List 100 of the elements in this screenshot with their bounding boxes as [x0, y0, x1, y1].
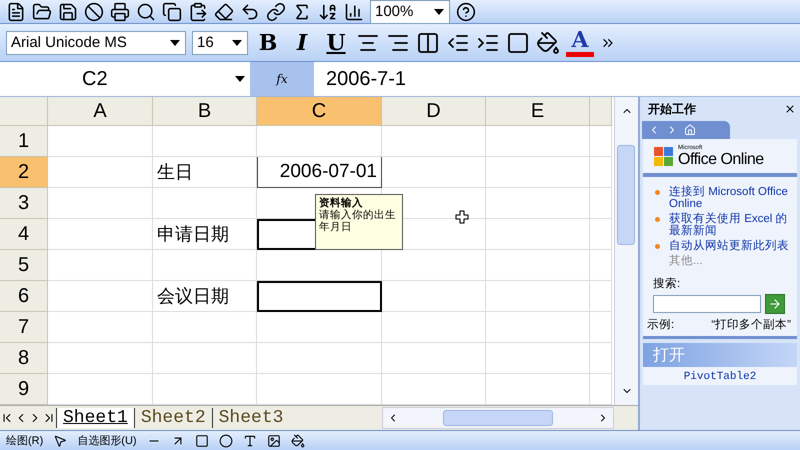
home-icon[interactable] — [684, 124, 696, 136]
table-cell[interactable] — [590, 157, 612, 188]
permission-icon[interactable] — [84, 2, 104, 22]
underline-button[interactable]: U — [322, 28, 350, 56]
table-cell[interactable] — [48, 250, 153, 281]
help-icon[interactable] — [456, 2, 476, 22]
table-cell[interactable] — [486, 157, 590, 188]
pane-link[interactable]: 连接到 Microsoft Office Online — [653, 186, 791, 210]
search-field[interactable] — [653, 295, 761, 313]
folder-icon[interactable] — [32, 2, 52, 22]
table-cell[interactable] — [382, 126, 486, 157]
bold-button[interactable]: B — [254, 28, 282, 56]
table-cell[interactable] — [382, 281, 486, 312]
column-header[interactable]: B — [153, 97, 257, 126]
table-cell[interactable]: 生日 — [153, 157, 257, 188]
table-cell[interactable] — [153, 343, 257, 374]
row-header[interactable]: 5 — [0, 250, 48, 281]
draw-menu[interactable]: 绘图(R) — [6, 433, 44, 448]
table-cell[interactable] — [382, 157, 486, 188]
table-cell[interactable] — [590, 219, 612, 250]
table-cell[interactable] — [48, 281, 153, 312]
recent-file-link[interactable]: PivotTable2 — [643, 367, 797, 385]
zoom-dropdown[interactable]: 100% — [370, 0, 450, 24]
new-document-icon[interactable] — [6, 2, 26, 22]
table-cell[interactable] — [48, 157, 153, 188]
table-cell[interactable] — [486, 343, 590, 374]
row-header[interactable]: 1 — [0, 126, 48, 157]
autoshapes-menu[interactable]: 自选图形(U) — [77, 433, 137, 448]
horizontal-scrollbar[interactable] — [382, 407, 614, 429]
active-cell[interactable]: 2006-07-01 — [257, 157, 382, 188]
copy-icon[interactable] — [162, 2, 182, 22]
print-preview-icon[interactable] — [136, 2, 156, 22]
table-cell[interactable]: 会议日期 — [153, 281, 257, 312]
save-icon[interactable] — [58, 2, 78, 22]
table-cell[interactable] — [48, 343, 153, 374]
merge-center-icon[interactable] — [416, 30, 440, 54]
row-header[interactable]: 2 — [0, 157, 48, 188]
column-header[interactable]: E — [486, 97, 590, 126]
pane-link[interactable]: 获取有关使用 Excel 的最新新闻 — [653, 213, 791, 237]
font-color-button[interactable]: A — [566, 28, 594, 56]
bordered-cell[interactable] — [257, 281, 382, 312]
printer-icon[interactable] — [110, 2, 130, 22]
picture-icon[interactable] — [266, 434, 281, 448]
table-cell[interactable] — [382, 312, 486, 343]
table-cell[interactable] — [48, 312, 153, 343]
table-cell[interactable] — [48, 219, 153, 250]
fill-color-icon[interactable] — [290, 434, 305, 448]
row-header[interactable]: 4 — [0, 219, 48, 250]
column-header[interactable]: C — [257, 97, 382, 126]
table-cell[interactable] — [590, 281, 612, 312]
row-header[interactable]: 3 — [0, 188, 48, 219]
table-cell[interactable] — [48, 188, 153, 219]
table-cell[interactable] — [590, 312, 612, 343]
formula-field[interactable]: 2006-7-1 — [314, 62, 800, 96]
table-cell[interactable] — [153, 188, 257, 219]
fill-color-icon[interactable] — [536, 30, 560, 54]
sort-icon[interactable] — [318, 2, 338, 22]
table-cell[interactable] — [48, 126, 153, 157]
rectangle-icon[interactable] — [194, 434, 209, 448]
row-header[interactable]: 9 — [0, 374, 48, 405]
table-cell[interactable] — [486, 250, 590, 281]
undo-icon[interactable] — [240, 2, 260, 22]
sheet-tab[interactable]: Sheet2 — [134, 408, 212, 428]
font-size-dropdown[interactable]: 16 — [192, 30, 248, 54]
italic-button[interactable]: I — [288, 28, 316, 56]
table-cell[interactable] — [590, 188, 612, 219]
close-icon[interactable] — [784, 103, 796, 115]
table-cell[interactable] — [590, 343, 612, 374]
font-dropdown[interactable]: Arial Unicode MS — [6, 30, 186, 54]
text-box-icon[interactable] — [242, 434, 257, 448]
select-all-corner[interactable] — [0, 97, 48, 126]
scrollbar-thumb[interactable] — [617, 145, 635, 245]
table-cell[interactable] — [486, 312, 590, 343]
table-cell[interactable] — [486, 281, 590, 312]
scrollbar-thumb[interactable] — [443, 410, 553, 426]
table-cell[interactable] — [153, 250, 257, 281]
table-cell[interactable] — [590, 250, 612, 281]
paste-icon[interactable] — [188, 2, 208, 22]
table-cell[interactable] — [382, 343, 486, 374]
row-header[interactable]: 8 — [0, 343, 48, 374]
insert-function-button[interactable]: fx — [250, 62, 314, 96]
column-header[interactable]: A — [48, 97, 153, 126]
borders-icon[interactable] — [506, 30, 530, 54]
row-header[interactable]: 6 — [0, 281, 48, 312]
oval-icon[interactable] — [218, 434, 233, 448]
sheet-tab[interactable]: Sheet3 — [212, 408, 290, 428]
column-header[interactable] — [590, 97, 612, 126]
table-cell[interactable] — [153, 312, 257, 343]
table-cell[interactable]: 申请日期 — [153, 219, 257, 250]
table-cell[interactable] — [590, 126, 612, 157]
pointer-icon[interactable] — [53, 434, 68, 448]
table-cell[interactable] — [257, 312, 382, 343]
column-header[interactable]: D — [382, 97, 486, 126]
table-cell[interactable] — [153, 126, 257, 157]
pane-link[interactable]: 自动从网站更新此列表 — [653, 240, 791, 252]
row-header[interactable]: 7 — [0, 312, 48, 343]
table-cell[interactable] — [486, 126, 590, 157]
table-cell[interactable] — [486, 219, 590, 250]
hyperlink-icon[interactable] — [266, 2, 286, 22]
chart-icon[interactable] — [344, 2, 364, 22]
